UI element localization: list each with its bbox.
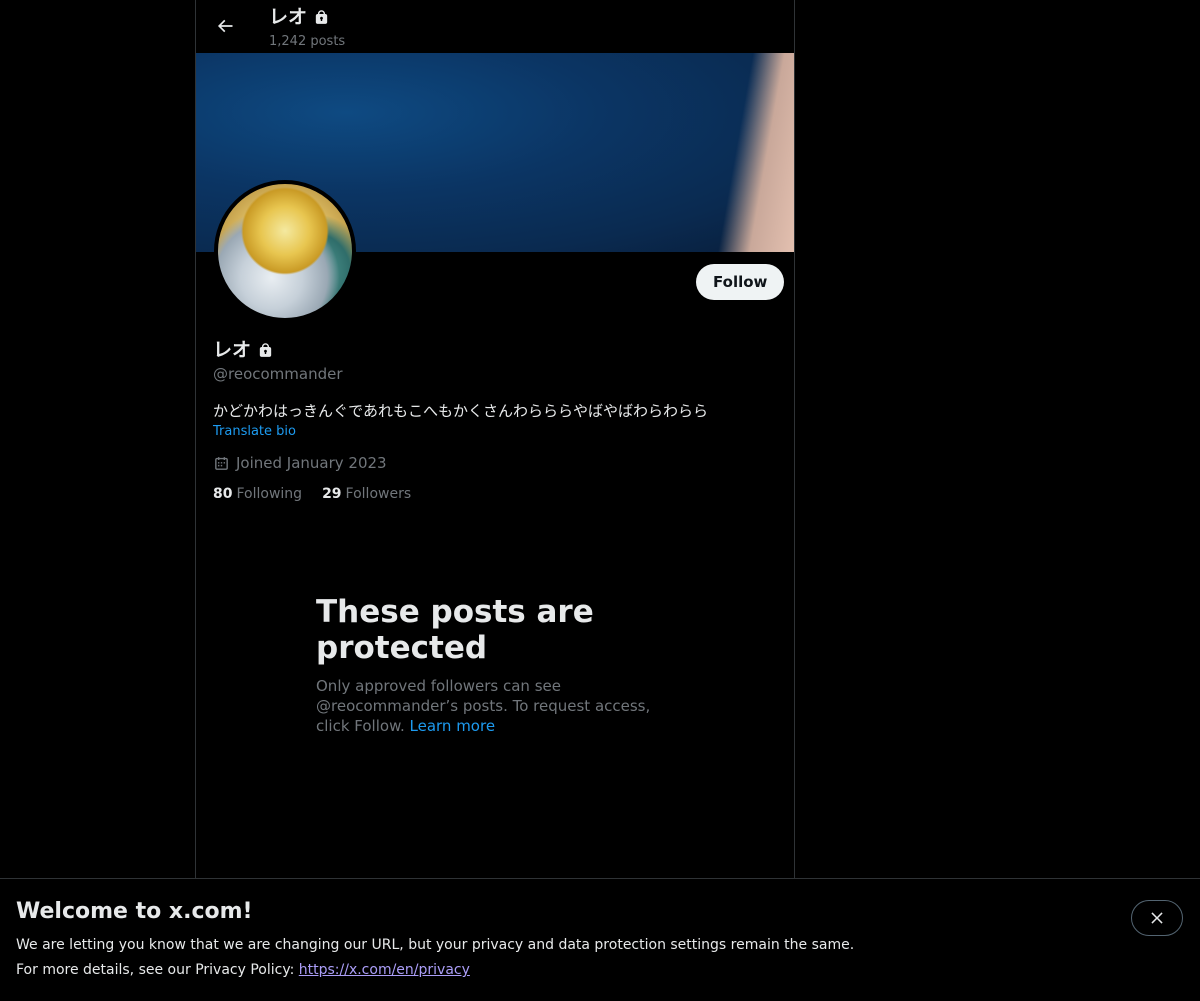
- following-link[interactable]: 80 Following: [213, 486, 302, 502]
- joined-date: Joined January 2023: [213, 454, 387, 472]
- display-name-row: レオ: [213, 338, 274, 362]
- close-notice-button[interactable]: [1131, 900, 1183, 936]
- display-name: レオ: [213, 339, 252, 361]
- notice-policy-line: For more details, see our Privacy Policy…: [16, 962, 470, 978]
- notice-policy-prefix: For more details, see our Privacy Policy…: [16, 962, 299, 978]
- calendar-icon: [215, 456, 228, 470]
- back-button[interactable]: [208, 9, 242, 43]
- follow-button[interactable]: Follow: [696, 264, 785, 300]
- lock-icon: [315, 9, 328, 24]
- profile-column: レオ 1,242 posts Follow レオ @reocommander か…: [195, 0, 795, 1000]
- protected-description: Only approved followers can see @reocomm…: [316, 676, 676, 736]
- protected-notice: These posts are protected Only approved …: [316, 594, 676, 736]
- post-count: 1,242 posts: [269, 34, 346, 49]
- url-change-notice: Welcome to x.com! We are letting you kno…: [0, 878, 1200, 1001]
- close-icon: [1151, 912, 1163, 924]
- header-name: レオ: [269, 6, 308, 28]
- followers-count: 29: [322, 486, 342, 502]
- lock-icon: [259, 342, 272, 357]
- learn-more-link[interactable]: Learn more: [410, 717, 496, 735]
- notice-title: Welcome to x.com!: [16, 899, 253, 924]
- followers-label: Followers: [345, 486, 412, 502]
- translate-bio-link[interactable]: Translate bio: [213, 424, 296, 439]
- following-label: Following: [236, 486, 303, 502]
- arrow-left-icon: [217, 19, 233, 33]
- following-count: 80: [213, 486, 233, 502]
- privacy-policy-link[interactable]: https://x.com/en/privacy: [299, 962, 470, 978]
- followers-link[interactable]: 29 Followers: [322, 486, 411, 502]
- top-bar: レオ 1,242 posts: [196, 0, 794, 53]
- notice-text: We are letting you know that we are chan…: [16, 937, 855, 953]
- bio-text: かどかわはっきんぐであれもこへもかくさんわらららやばやばわらわらら: [213, 402, 709, 420]
- user-handle: @reocommander: [213, 365, 343, 383]
- follow-stats: 80 Following 29 Followers: [213, 486, 411, 502]
- header-title: レオ: [269, 5, 330, 29]
- protected-title: These posts are protected: [316, 594, 594, 666]
- joined-label: Joined January 2023: [236, 454, 387, 472]
- avatar[interactable]: [214, 180, 356, 322]
